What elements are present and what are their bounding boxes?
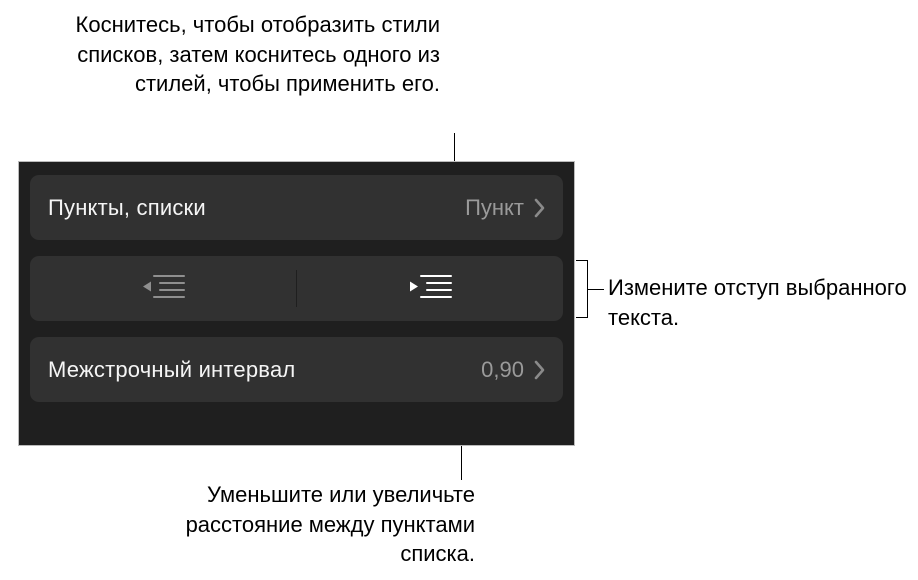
- bracket-indent: [576, 260, 588, 318]
- row-line-spacing-label: Межстрочный интервал: [48, 357, 481, 383]
- callout-list-styles: Коснитесь, чтобы отобразить стили списко…: [70, 10, 440, 99]
- indent-icon: [407, 271, 453, 306]
- chevron-right-icon: [534, 360, 545, 380]
- format-panel: Пункты, списки Пункт: [18, 161, 575, 446]
- leader-line-right: [588, 289, 604, 290]
- outdent-icon: [140, 271, 186, 306]
- row-indent-controls: [30, 256, 563, 321]
- chevron-right-icon: [534, 198, 545, 218]
- row-bullets-lists-value: Пункт: [465, 195, 524, 221]
- callout-indent: Измените отступ выбранного текста.: [608, 273, 908, 332]
- row-line-spacing[interactable]: Межстрочный интервал 0,90: [30, 337, 563, 402]
- row-bullets-lists-label: Пункты, списки: [48, 195, 465, 221]
- callout-line-spacing: Уменьшите или увеличьте расстояние между…: [155, 480, 475, 569]
- indent-button[interactable]: [297, 256, 563, 321]
- row-line-spacing-value: 0,90: [481, 357, 524, 383]
- outdent-button[interactable]: [30, 256, 296, 321]
- row-bullets-lists[interactable]: Пункты, списки Пункт: [30, 175, 563, 240]
